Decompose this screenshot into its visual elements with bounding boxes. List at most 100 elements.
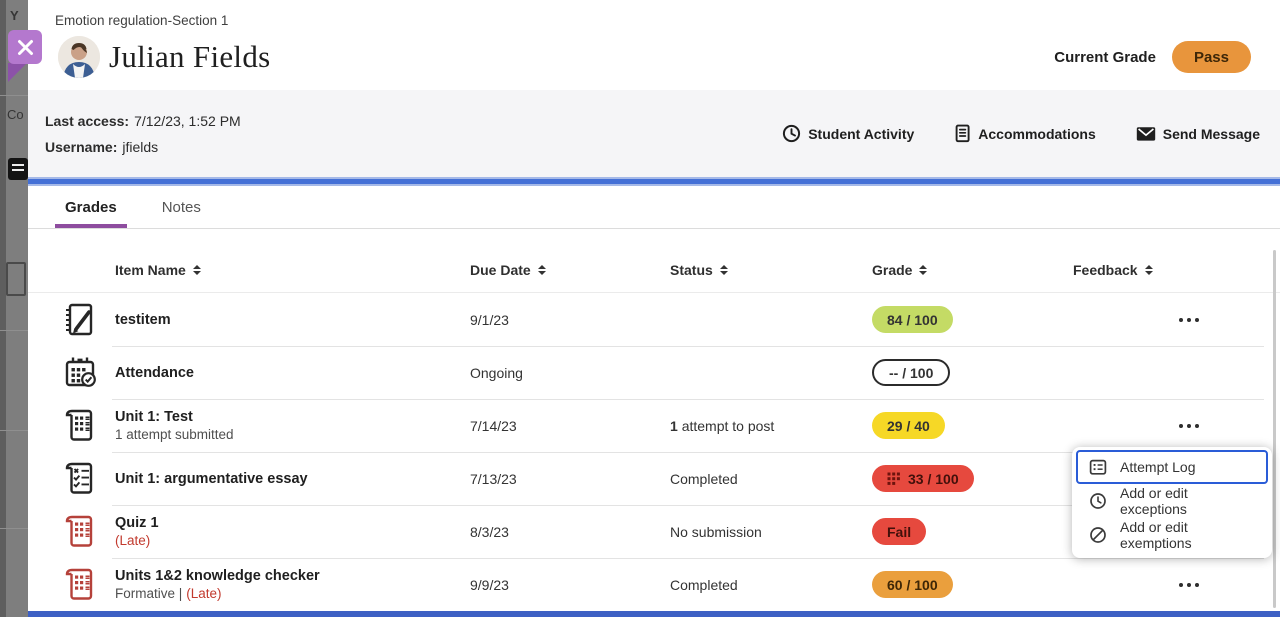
menu-item-label: Attempt Log [1120, 459, 1196, 475]
backdrop-divider [0, 95, 28, 96]
accommodations-link[interactable]: Accommodations [954, 124, 1095, 143]
column-header-item-name[interactable]: Item Name [115, 262, 470, 278]
close-icon [17, 39, 34, 56]
due-date: 7/13/23 [470, 471, 670, 487]
essay-checklist-icon [60, 459, 100, 499]
table-row-unit1-test: Unit 1: Test 1 attempt submitted 7/14/23… [28, 399, 1280, 452]
due-date: 7/14/23 [470, 418, 670, 434]
breadcrumb: Emotion regulation-Section 1 [55, 13, 228, 28]
column-header-grade[interactable]: Grade [872, 262, 1058, 278]
student-activity-link[interactable]: Student Activity [782, 124, 914, 143]
student-actions: Student Activity Accommodations Send Mes… [782, 124, 1260, 143]
row-menu-button[interactable] [1176, 312, 1203, 328]
username-line: Username: jfields [45, 134, 241, 160]
backdrop-menu-icon [8, 158, 28, 180]
menu-item-add-exemptions[interactable]: Add or edit exemptions [1076, 518, 1268, 552]
sort-icon [919, 265, 927, 276]
avatar [58, 36, 100, 78]
status: Completed [670, 471, 872, 487]
student-meta: Last access: 7/12/23, 1:52 PM Username: jf… [45, 108, 241, 160]
attendance-calendar-icon [60, 353, 100, 393]
grade-pill[interactable]: 60 / 100 [872, 571, 953, 598]
panel-header: Emotion regulation-Section 1 Julian Fiel… [28, 0, 1280, 90]
accommodations-icon [954, 124, 971, 143]
late-flag: (Late) [115, 533, 150, 548]
table-row-attendance: Attendance Ongoing -- / 100 [28, 346, 1280, 399]
grade-pill[interactable]: 29 / 40 [872, 412, 945, 439]
menu-item-label: Add or edit exemptions [1120, 519, 1256, 551]
grade-pill[interactable]: 84 / 100 [872, 306, 953, 333]
status: 1 attempt to post [670, 418, 872, 434]
item-name[interactable]: Units 1&2 knowledge checker [115, 568, 470, 584]
backdrop-divider [0, 330, 28, 331]
item-subtitle: 1 attempt submitted [115, 427, 470, 442]
send-message-label: Send Message [1163, 126, 1260, 142]
column-header-status[interactable]: Status [670, 262, 872, 278]
row-context-menu: Attempt Log Add or edit exceptions Add o… [1072, 447, 1272, 558]
due-date: 8/3/23 [470, 524, 670, 540]
row-menu-button[interactable] [1176, 418, 1203, 434]
current-grade-group: Current Grade Pass [1054, 41, 1251, 73]
sort-icon [193, 265, 201, 276]
table-row-knowledge-checker: Units 1&2 knowledge checker Formative | (… [28, 558, 1280, 611]
grade-pill[interactable]: Fail [872, 518, 926, 545]
current-grade-label: Current Grade [1054, 49, 1156, 66]
close-panel-button[interactable] [8, 30, 42, 64]
item-name[interactable]: Unit 1: argumentative essay [115, 471, 470, 487]
menu-item-attempt-log[interactable]: Attempt Log [1076, 450, 1268, 484]
student-grades-overlay: Y Co Emotion regulation-Section 1 [0, 0, 1280, 617]
item-subtitle: Formative | [115, 586, 182, 601]
row-menu-button[interactable] [1176, 577, 1203, 593]
due-date: Ongoing [470, 365, 670, 381]
tab-bar: Grades Notes [28, 186, 1280, 229]
due-date: 9/1/23 [470, 312, 670, 328]
last-access-line: Last access: 7/12/23, 1:52 PM [45, 108, 241, 134]
close-button-tail [8, 63, 27, 82]
send-message-link[interactable]: Send Message [1136, 126, 1260, 142]
panel-bottom-accent [28, 611, 1280, 617]
status: Completed [670, 577, 872, 593]
table-row-testitem: testitem 9/1/23 84 / 100 [28, 293, 1280, 346]
test-grid-icon-red [60, 565, 100, 605]
clock-icon [1088, 491, 1108, 511]
due-date: 9/9/23 [470, 577, 670, 593]
backdrop-text-fragment: Co [7, 107, 24, 122]
test-grid-icon-red [60, 512, 100, 552]
menu-item-label: Add or edit exceptions [1120, 485, 1256, 517]
activity-clock-icon [782, 124, 801, 143]
avatar-image [58, 36, 100, 78]
student-info-bar: Last access: 7/12/23, 1:52 PM Username: jf… [28, 90, 1280, 177]
username-label: Username: [45, 139, 117, 155]
attempt-log-icon [1088, 457, 1108, 477]
last-access-value: 7/12/23, 1:52 PM [134, 113, 241, 129]
column-header-feedback[interactable]: Feedback [1058, 262, 1280, 278]
item-name[interactable]: Unit 1: Test [115, 409, 470, 425]
status: No submission [670, 524, 872, 540]
grade-pill[interactable]: 33 / 100 [872, 465, 974, 492]
grade-pill[interactable]: -- / 100 [872, 359, 950, 386]
accommodations-label: Accommodations [978, 126, 1095, 142]
item-name[interactable]: Quiz 1 [115, 515, 470, 531]
grade-grid-icon [887, 472, 901, 485]
item-name[interactable]: testitem [115, 312, 470, 328]
username-value: jfields [122, 139, 158, 155]
backdrop-divider [0, 528, 28, 529]
journal-pencil-icon [60, 300, 100, 340]
item-name[interactable]: Attendance [115, 365, 470, 381]
page-title-student-name: Julian Fields [109, 39, 271, 75]
backdrop-card-edge [6, 262, 26, 296]
sort-icon [720, 265, 728, 276]
menu-item-add-exceptions[interactable]: Add or edit exceptions [1076, 484, 1268, 518]
test-grid-icon [60, 406, 100, 446]
scrollbar[interactable] [1273, 250, 1276, 608]
late-flag: (Late) [186, 586, 221, 601]
envelope-icon [1136, 126, 1156, 142]
tab-grades[interactable]: Grades [55, 186, 127, 228]
column-header-due-date[interactable]: Due Date [470, 262, 670, 278]
student-identity: Julian Fields [58, 36, 271, 78]
dimmed-backdrop: Y Co [0, 0, 28, 617]
student-activity-label: Student Activity [808, 126, 914, 142]
backdrop-text-fragment: Y [10, 8, 19, 23]
last-access-label: Last access: [45, 113, 129, 129]
tab-notes[interactable]: Notes [152, 186, 211, 228]
